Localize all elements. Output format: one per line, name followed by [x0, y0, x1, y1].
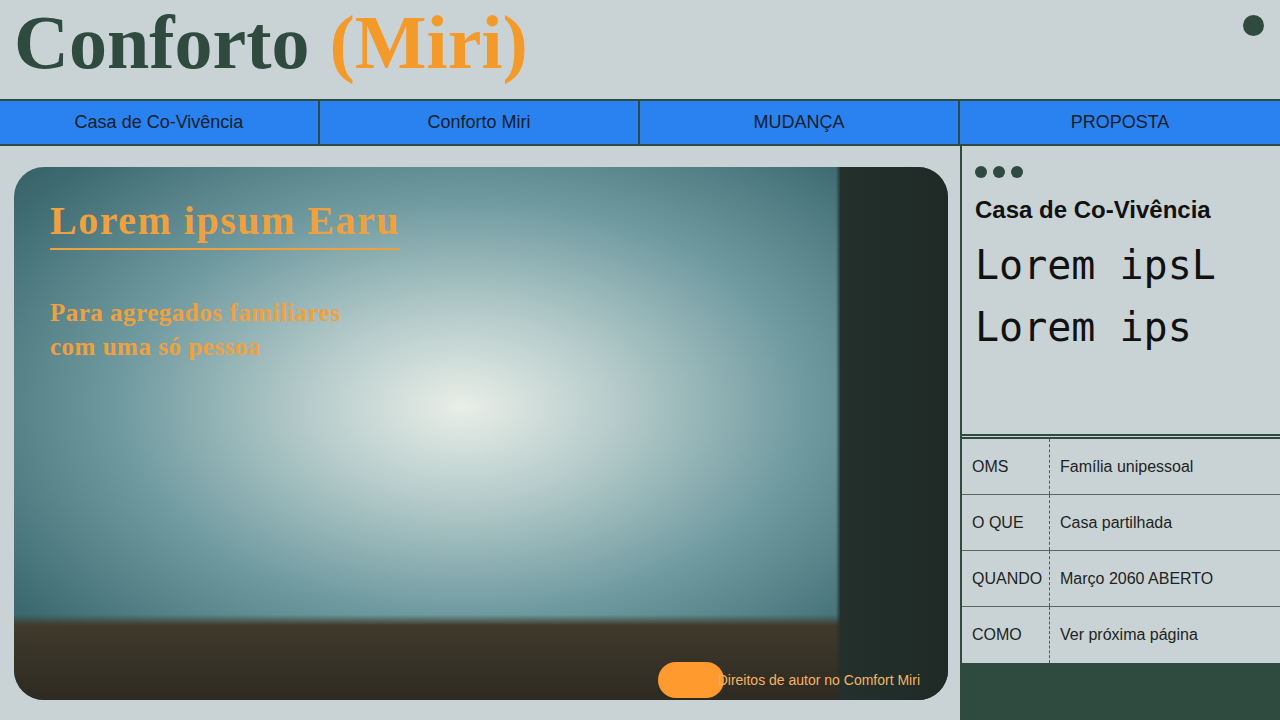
row-value: Casa partilhada — [1050, 495, 1280, 550]
table-row: QUANDOMarço 2060 ABERTO — [962, 551, 1280, 607]
credit-text: Direitos de autor no Comfort Miri — [718, 664, 920, 696]
row-label: COMO — [962, 607, 1050, 663]
hero-card: Lorem ipsum Earu Para agregados familiare… — [14, 167, 948, 700]
hero-subtitle: Para agregados familiarescom uma só pess… — [50, 296, 912, 364]
hero-area: Lorem ipsum Earu Para agregados familiare… — [0, 146, 960, 720]
brand-name: Conforto — [14, 0, 310, 84]
row-label: O QUE — [962, 495, 1050, 550]
table-row: COMOVer próxima página — [962, 607, 1280, 663]
nav-item[interactable]: PROPOSTA — [960, 101, 1280, 144]
hero-text: Lorem ipsum Earu Para agregados familiare… — [14, 167, 948, 394]
room-photo — [14, 167, 948, 700]
sidebar-line: Lorem ipsL — [975, 234, 1268, 296]
table-row: O QUECasa partilhada — [962, 495, 1280, 551]
row-label: QUANDO — [962, 551, 1050, 606]
dots-icon — [975, 166, 1268, 178]
row-value: Família unipessoal — [1050, 439, 1280, 494]
sidebar: Casa de Co-Vivência Lorem ipsLLorem ips OM… — [960, 146, 1280, 720]
nav-item[interactable]: MUDANÇA — [640, 101, 960, 144]
hero-title: Lorem ipsum Earu — [50, 197, 400, 250]
header: Conforto(Miri) — [0, 0, 1280, 99]
blob-icon — [658, 662, 724, 698]
nav-item[interactable]: Conforto Miri — [320, 101, 640, 144]
hero-subtitle-line: com uma só pessoa — [50, 330, 912, 364]
row-value: Ver próxima página — [1050, 607, 1280, 663]
row-value: Março 2060 ABERTO — [1050, 551, 1280, 606]
sidebar-heading: Casa de Co-Vivência — [975, 196, 1268, 224]
sidebar-line: Lorem ips — [975, 296, 1268, 358]
sidebar-intro: Casa de Co-Vivência Lorem ipsLLorem ips — [962, 146, 1280, 439]
row-label: OMS — [962, 439, 1050, 494]
nav-item[interactable]: Casa de Co-Vivência — [0, 101, 320, 144]
content: Lorem ipsum Earu Para agregados familiare… — [0, 146, 1280, 720]
sidebar-footer — [962, 663, 1280, 720]
credit: Direitos de autor no Comfort Miri — [658, 662, 920, 698]
nav-bar: Casa de Co-VivênciaConforto MiriMUDANÇAP… — [0, 99, 1280, 146]
hero-subtitle-line: Para agregados familiares — [50, 296, 912, 330]
info-table: OMSFamília unipessoalO QUECasa partilhad… — [962, 439, 1280, 663]
brand-accent: (Miri) — [330, 0, 528, 84]
brand-title: Conforto(Miri) — [14, 0, 528, 84]
table-row: OMSFamília unipessoal — [962, 439, 1280, 495]
page: Conforto(Miri)Casa de Co-VivênciaConfort… — [0, 0, 1280, 720]
corner-dot-icon — [1243, 15, 1264, 36]
